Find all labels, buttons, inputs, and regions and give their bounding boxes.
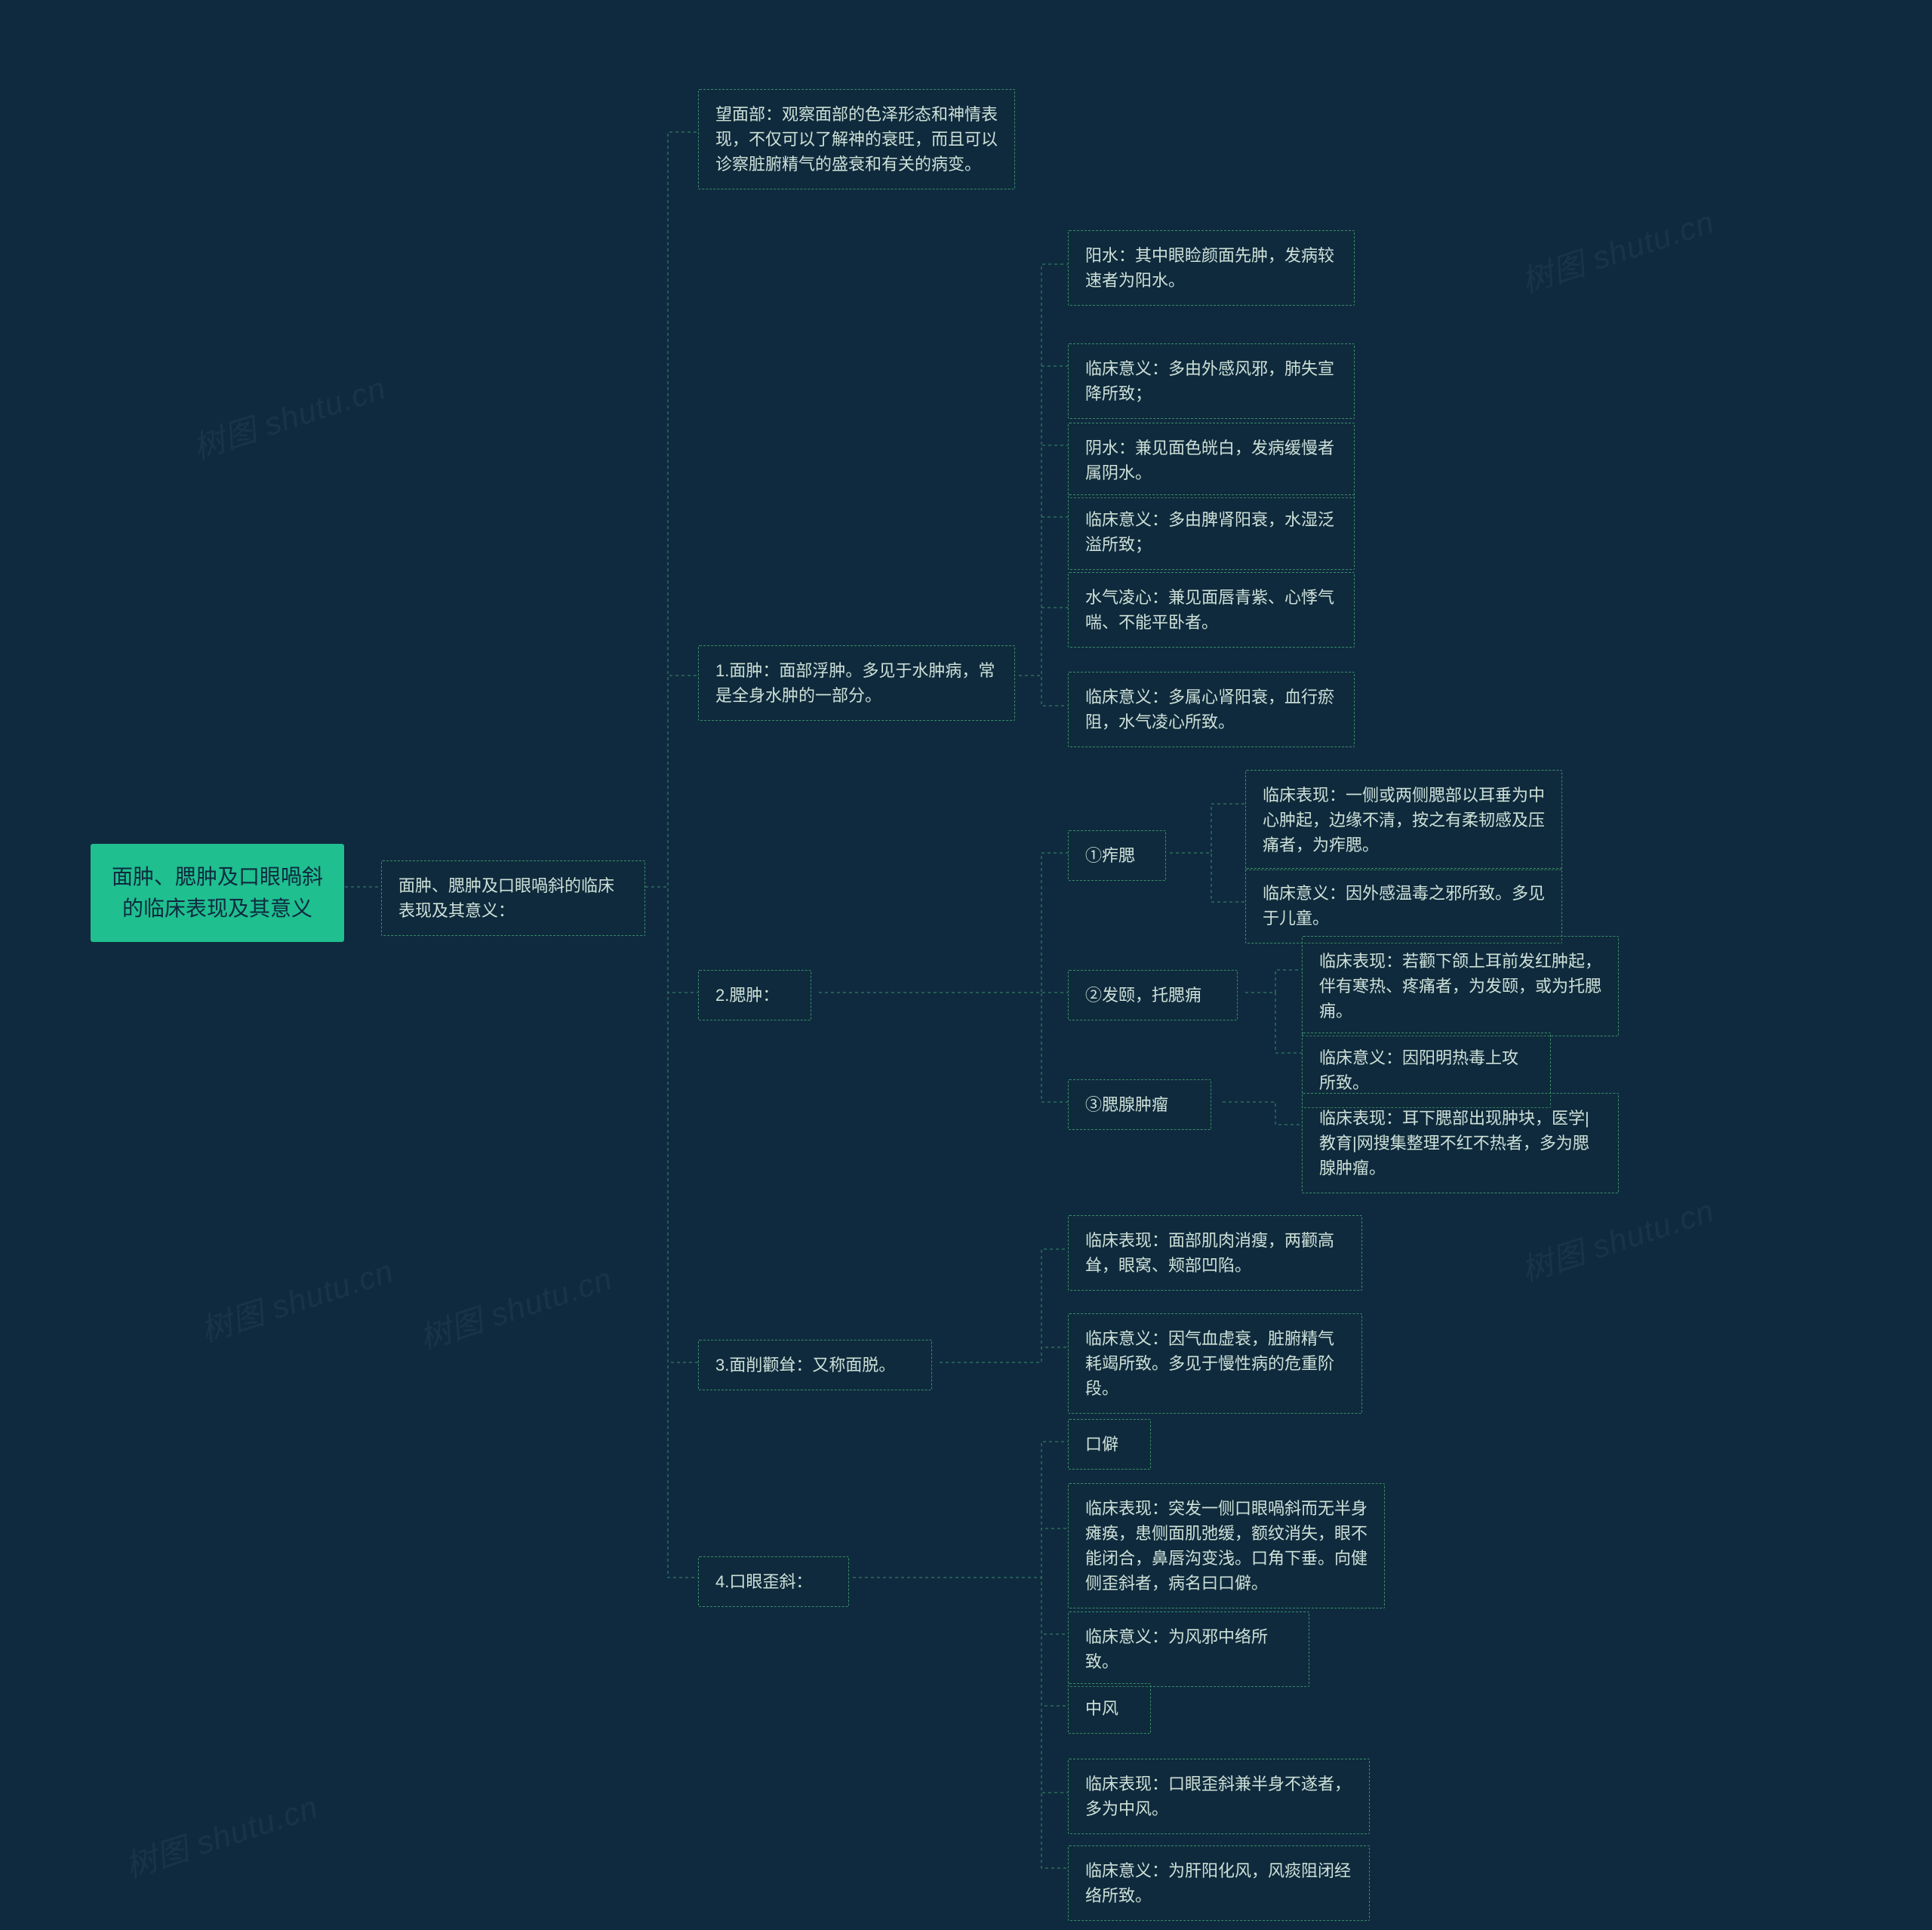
watermark: 树图 shutu.cn [118, 1781, 323, 1887]
node-zhasai-meaning[interactable]: 临床意义：因外感温毒之邪所致。多见于儿童。 [1245, 868, 1562, 943]
node-kouyanwaixie[interactable]: 4.口眼歪斜： [698, 1556, 849, 1607]
root-node[interactable]: 面肿、腮肿及口眼喎斜的临床表现及其意义 [91, 844, 344, 942]
node-yangshui-meaning[interactable]: 临床意义：多由外感风邪，肺失宣降所致； [1068, 343, 1355, 419]
watermark: 树图 shutu.cn [186, 362, 391, 468]
node-fayi[interactable]: ②发颐，托腮痈 [1068, 970, 1238, 1020]
node-zhongfeng-biaoxian[interactable]: 临床表现：口眼歪斜兼半身不遂者，多为中风。 [1068, 1759, 1370, 1834]
node-yangshui[interactable]: 阳水：其中眼睑颜面先肿，发病较速者为阳水。 [1068, 230, 1355, 306]
connector-lines [0, 0, 1932, 1930]
node-yinshui[interactable]: 阴水：兼见面色㿠白，发病缓慢者属阴水。 [1068, 423, 1355, 498]
node-saixianzhongliu[interactable]: ③腮腺肿瘤 [1068, 1079, 1211, 1130]
node-saixianzhongliu-biaoxian[interactable]: 临床表现：耳下腮部出现肿块，医学|教育|网搜集整理不红不热者，多为腮腺肿瘤。 [1302, 1093, 1619, 1193]
node-zhasai[interactable]: ①痄腮 [1068, 830, 1166, 881]
node-wang-mianbu[interactable]: 望面部：观察面部的色泽形态和神情表现，不仅可以了解神的衰旺，而且可以诊察脏腑精气… [698, 89, 1015, 189]
node-mianzhong[interactable]: 1.面肿：面部浮肿。多见于水肿病，常是全身水肿的一部分。 [698, 645, 1015, 721]
node-zhongfeng-meaning[interactable]: 临床意义：为肝阳化风，风痰阻闭经络所致。 [1068, 1845, 1370, 1921]
node-saizhong[interactable]: 2.腮肿： [698, 970, 811, 1020]
node-zhasai-biaoxian[interactable]: 临床表现：一侧或两侧腮部以耳垂为中心肿起，边缘不清，按之有柔韧感及压痛者，为痄腮… [1245, 770, 1562, 870]
watermark: 树图 shutu.cn [1515, 1185, 1719, 1291]
node-intro[interactable]: 面肿、腮肿及口眼喎斜的临床表现及其意义： [381, 860, 645, 936]
watermark: 树图 shutu.cn [194, 1245, 398, 1351]
node-zhongfeng[interactable]: 中风 [1068, 1683, 1151, 1734]
node-koubi-biaoxian[interactable]: 临床表现：突发一侧口眼喎斜而无半身瘫痪，患侧面肌弛缓，额纹消失，眼不能闭合，鼻唇… [1068, 1483, 1385, 1608]
node-fayi-biaoxian[interactable]: 临床表现：若颧下颌上耳前发红肿起，伴有寒热、疼痛者，为发颐，或为托腮痈。 [1302, 936, 1619, 1036]
node-mianxiao-biaoxian[interactable]: 临床表现：面部肌肉消瘦，两颧高耸，眼窝、颊部凹陷。 [1068, 1215, 1362, 1291]
node-koubi[interactable]: 口僻 [1068, 1419, 1151, 1470]
node-yinshui-meaning[interactable]: 临床意义：多由脾肾阳衰，水湿泛溢所致； [1068, 494, 1355, 570]
node-koubi-meaning[interactable]: 临床意义：为风邪中络所致。 [1068, 1611, 1309, 1687]
watermark: 树图 shutu.cn [413, 1253, 617, 1359]
node-shuiqilingxin[interactable]: 水气凌心：兼见面唇青紫、心悸气喘、不能平卧者。 [1068, 572, 1355, 648]
node-mianxiao[interactable]: 3.面削颧耸：又称面脱。 [698, 1340, 932, 1390]
node-mianxiao-meaning[interactable]: 临床意义：因气血虚衰，脏腑精气耗竭所致。多见于慢性病的危重阶段。 [1068, 1313, 1362, 1414]
watermark: 树图 shutu.cn [1515, 196, 1719, 302]
node-shuiqilingxin-meaning[interactable]: 临床意义：多属心肾阳衰，血行瘀阻，水气凌心所致。 [1068, 672, 1355, 747]
